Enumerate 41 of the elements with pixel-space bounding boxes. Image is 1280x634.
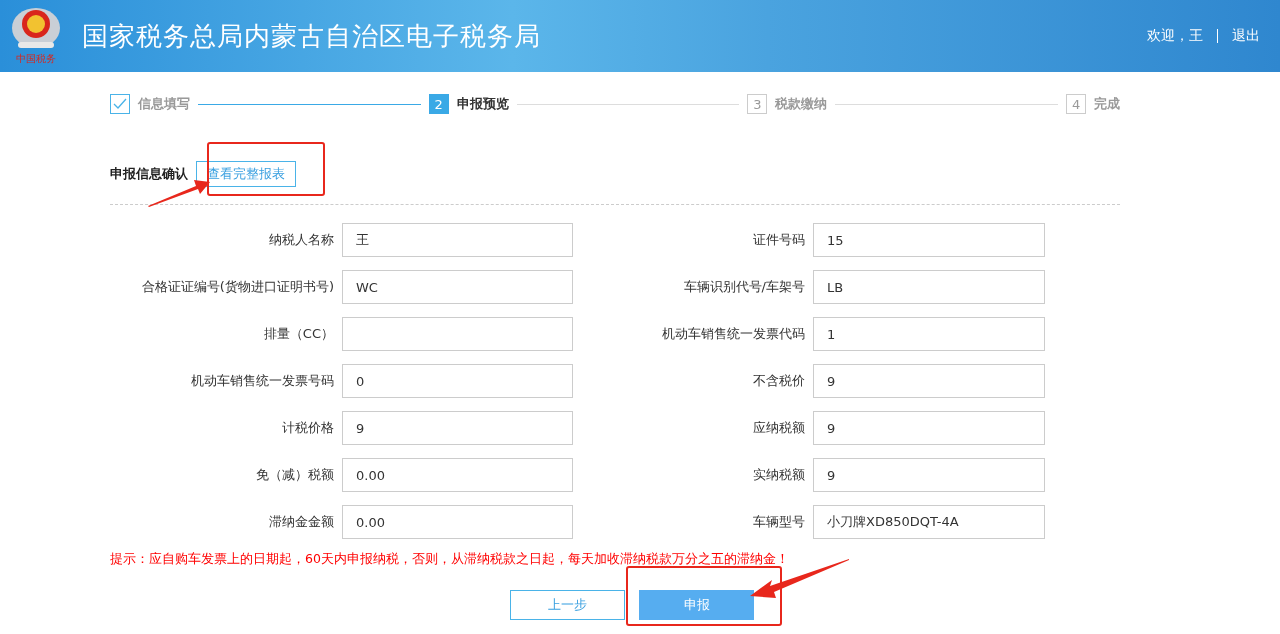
welcome-text: 欢迎，王 (1147, 27, 1203, 45)
field-label: 不含税价 (752, 372, 805, 390)
field-label: 实纳税额 (752, 466, 805, 484)
step-label: 申报预览 (456, 95, 509, 113)
field-label: 合格证证编号(货物进口证明书号) (140, 278, 334, 296)
field-label: 纳税人名称 (268, 231, 334, 249)
field-label: 车辆识别代号/车架号 (682, 278, 805, 296)
input-field[interactable]: 王 (342, 223, 573, 257)
input-field[interactable]: 0.00 (342, 458, 573, 492)
field-label: 机动车销售统一发票号码 (190, 372, 334, 390)
logout-link[interactable]: 退出 (1232, 27, 1260, 45)
input-field[interactable]: 0.00 (342, 505, 573, 539)
input-field[interactable]: 9 (813, 458, 1045, 492)
field-label: 滞纳金金额 (268, 513, 334, 531)
field-label: 计税价格 (281, 419, 334, 437)
input-field[interactable]: 9 (342, 411, 573, 445)
field-label: 免（减）税额 (255, 466, 334, 484)
step-number: 4 (1066, 94, 1086, 114)
step-label: 税款缴纳 (775, 95, 828, 113)
input-field[interactable]: 小刀牌XD850DQT-4A (813, 505, 1045, 539)
input-field[interactable]: 9 (813, 364, 1045, 398)
input-field[interactable]: 15 (813, 223, 1045, 257)
site-title: 国家税务总局内蒙古自治区电子税务局 (82, 19, 542, 53)
step-number: 3 (747, 94, 768, 114)
notice-text: 提示：应自购车发票上的日期起，60天内申报纳税，否则，从滞纳税款之日起，每天加收滞纳税款万分之五的滞纳金！ (110, 551, 790, 568)
logo-caption: 中国税务 (16, 52, 56, 66)
section-title: 申报信息确认 (110, 165, 188, 183)
input-field[interactable]: 0 (342, 364, 573, 398)
input-field[interactable]: WC (342, 270, 573, 304)
field-label: 车辆型号 (752, 513, 805, 531)
field-label: 应纳税额 (752, 419, 805, 437)
input-field[interactable]: 1 (813, 317, 1045, 351)
field-label: 排量（CC） (262, 325, 334, 343)
field-label: 机动车销售统一发票代码 (661, 325, 805, 343)
input-field[interactable]: 9 (813, 411, 1045, 445)
input-field[interactable] (342, 317, 573, 351)
field-label: 证件号码 (752, 231, 805, 249)
step-label: 完成 (1094, 95, 1120, 113)
step-number: 2 (428, 94, 449, 114)
step-label: 信息填写 (138, 95, 190, 113)
input-field[interactable]: LB (813, 270, 1045, 304)
